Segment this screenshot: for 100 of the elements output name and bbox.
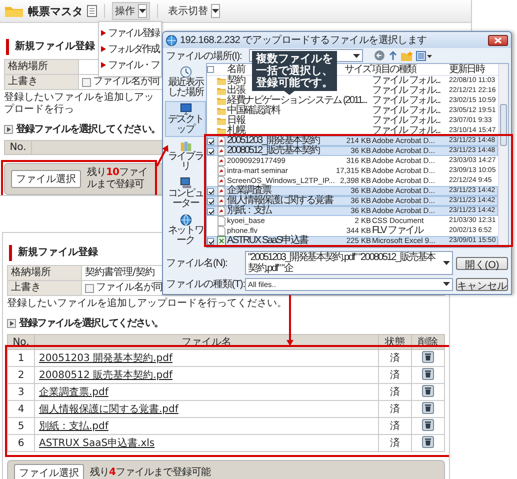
globe-icon [166,34,177,46]
table-cell: 6 [8,434,34,452]
file-name: 出張 [227,86,245,96]
menu-button[interactable]: 表示切替 [165,2,223,20]
file-name: 経費ナビゲーションシステム (2011... [227,96,367,106]
window-title: 192.168.2.232 でアップロードするファイルを選択します [180,34,428,47]
checkbox[interactable] [207,208,214,214]
file-icon [217,146,226,156]
caret-icon [139,9,146,13]
file-icon [217,206,226,216]
trash-icon[interactable] [422,402,434,414]
checkbox-label: ファイル名が同 [96,281,162,295]
file-type: ファイル フォル... [372,126,440,136]
remaining-text: 残り4ファイルまで登録可能 [90,467,210,479]
menu-item[interactable]: ファイル登録 [99,25,161,41]
place-item[interactable]: コンピューター [165,175,206,211]
place-item[interactable]: ネットワーク [165,212,206,248]
file-name: 別紙：支払 [227,206,272,216]
globe-icon [180,214,192,226]
page-title: 帳票マスタ [28,4,83,18]
column-header[interactable]: 更新日時 [449,64,484,74]
file-name: 日報 [227,116,245,126]
dialog-button[interactable]: キャンセル [456,278,508,290]
menu-item[interactable]: ファイル・フ [99,57,161,73]
file-name: 中国確認資料 [227,106,280,116]
field-label: 格納場所 [8,266,82,281]
trash-icon[interactable] [422,350,434,362]
file-icon [217,196,226,206]
caret-icon [443,261,450,265]
section-heading: 登録ファイルを選択してください。 [16,122,160,136]
close-icon[interactable] [494,36,502,44]
table-cell: 済 [378,366,412,384]
folder-icon [217,76,226,86]
view-menu-icon[interactable] [416,50,432,60]
instruction-text: 登録したいファイルを追加しアップロードを行ってください。 [7,298,287,310]
file-type: FLV ファイル [372,226,423,236]
instruction-text: 登録したいファイルを追加しアップロードを行っ [4,92,155,116]
monitor-icon [180,103,192,115]
place-item[interactable]: 最近表示した場所 [165,64,206,100]
place-item[interactable]: ライブラリ [165,138,206,174]
up-arrow-icon[interactable] [388,50,398,61]
file-icon [217,186,226,196]
close-button[interactable] [488,34,508,46]
checkbox[interactable] [207,66,214,73]
table-cell: 済 [378,384,412,400]
caret-icon [212,9,219,13]
document-icon[interactable] [87,5,97,17]
scrollbar[interactable] [498,64,508,247]
bullet-icon [101,30,106,36]
upload-button[interactable]: ファイル選択 [11,170,81,188]
field-label: ファイル名(N): [166,257,228,270]
trash-icon[interactable] [422,368,434,380]
trash-icon[interactable] [422,418,434,430]
triangle-icon [7,318,16,328]
field-value: 契約書管理/契約 [85,266,154,280]
checkbox[interactable] [207,188,214,194]
file-icon [217,176,226,186]
checkbox[interactable] [207,138,214,144]
file-type: ファイル フォル... [372,106,440,116]
field-label: 上書き [8,281,82,296]
file-icon [217,166,226,176]
file-link[interactable]: 別紙：支払.pdf [39,421,108,432]
folder-icon [217,116,226,126]
computer-icon [180,177,192,189]
trash-icon[interactable] [422,384,434,396]
section-title: 新規ファイル登録 [6,39,95,55]
file-link[interactable]: 企業調査票.pdf [39,387,108,398]
checkbox[interactable] [85,284,94,292]
caret-icon [443,282,450,286]
file-type: ファイル フォル... [372,76,440,86]
dialog-button[interactable]: 開く(O) [456,256,508,270]
menu-button[interactable]: 操作 [112,2,150,20]
checkbox[interactable] [207,198,214,204]
place-item[interactable]: デスクトップ [165,101,206,137]
menu-item[interactable]: フォルダ作成 [99,41,161,57]
file-type: ファイル フォル... [372,86,440,96]
spreadsheet-icon [217,236,226,246]
bullet-icon [101,46,106,52]
checkbox[interactable] [207,148,214,154]
tooltip: 複数ファイルを一括で選択し、登録可能です。 [252,51,337,95]
file-type: ファイル フォル... [372,116,440,126]
table-cell: 済 [378,400,412,418]
folder-icon [217,86,226,96]
column-header[interactable]: サイズ [344,64,371,74]
bullet-icon [101,62,106,68]
checkbox[interactable] [207,238,214,244]
table-cell: 済 [378,418,412,434]
checkbox[interactable] [82,78,91,86]
file-name: 20080512_販売基本契約 [227,146,320,156]
filename-field[interactable]: "20051203_開発基本契約.pdf" "20080512_販売基本契約.pdf" "企 [245,251,453,275]
field-label: 格納場所 [5,60,79,75]
column-header[interactable]: 名前 [227,64,245,74]
file-name: 札幌 [227,126,245,136]
column-header[interactable]: 項目の種類 [372,64,416,74]
back-icon[interactable] [374,50,385,61]
file-name: ASTRUX SaaS申込書 [227,236,308,246]
remaining-text: 残り10ファイルまで登録可 [87,167,148,191]
trash-icon[interactable] [422,436,434,448]
upload-button[interactable]: ファイル選択 [14,464,84,479]
file-type: ファイル フォル... [372,96,440,106]
